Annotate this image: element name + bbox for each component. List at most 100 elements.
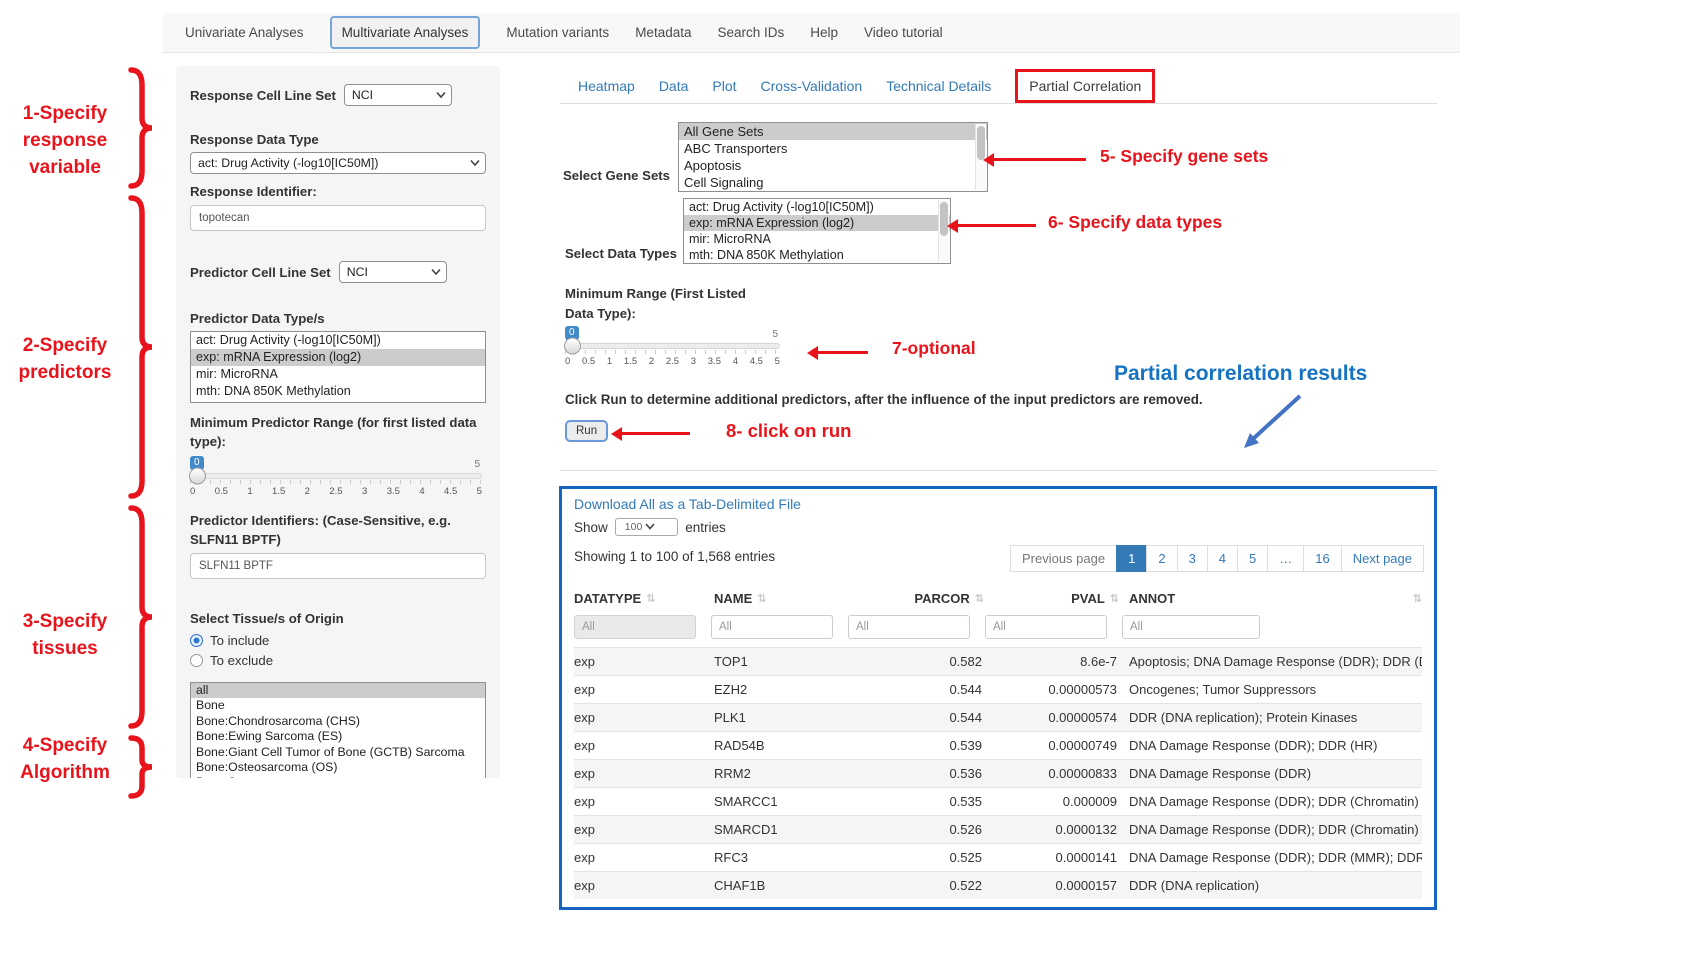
cell-datatype: exp <box>574 878 714 893</box>
listbox-option[interactable]: act: Drug Activity (-log10[IC50M]) <box>191 332 485 349</box>
cell-name: CHAF1B <box>714 878 889 893</box>
filter-input-datatype[interactable] <box>574 615 696 639</box>
sort-icon[interactable]: ⇅ <box>1110 592 1119 605</box>
response-identifier-input[interactable]: topotecan <box>190 205 486 231</box>
previous-page-button[interactable]: Previous page <box>1010 545 1117 572</box>
run-button[interactable]: Run <box>565 420 608 442</box>
table-row[interactable]: exp PLK1 0.544 0.00000574 DDR (DNA repli… <box>574 703 1422 731</box>
column-header-datatype[interactable]: DATATYPE⇅ <box>574 591 714 606</box>
filter-input-annot[interactable] <box>1122 615 1260 639</box>
annotation-arrow-7 <box>818 351 868 354</box>
table-row[interactable]: exp EZH2 0.544 0.00000573 Oncogenes; Tum… <box>574 675 1422 703</box>
tissue-radio[interactable]: To exclude <box>190 653 486 668</box>
result-tab[interactable]: Technical Details <box>886 78 991 94</box>
data-types-listbox[interactable]: act: Drug Activity (-log10[IC50M])exp: m… <box>683 198 951 264</box>
tissue-listbox[interactable]: allBoneBone:Chondrosarcoma (CHS)Bone:Ewi… <box>190 682 486 778</box>
listbox-option[interactable]: Bone:Sarcoma <box>191 775 485 778</box>
listbox-option[interactable]: Bone:Osteosarcoma (OS) <box>191 760 485 775</box>
page-number-button[interactable]: … <box>1267 545 1304 572</box>
nav-item[interactable]: Video tutorial <box>864 25 943 40</box>
annotation-brace-1 <box>124 66 158 190</box>
result-tab[interactable]: Data <box>659 78 689 94</box>
listbox-option[interactable]: mir: MicroRNA <box>684 231 950 247</box>
predictor-identifiers-input[interactable]: SLFN11 BPTF <box>190 553 486 579</box>
cell-pval: 0.0000132 <box>984 822 1119 837</box>
listbox-option[interactable]: Bone:Chondrosarcoma (CHS) <box>191 714 485 729</box>
predictor-data-types-listbox[interactable]: act: Drug Activity (-log10[IC50M])exp: m… <box>190 331 486 403</box>
listbox-option[interactable]: Bone:Ewing Sarcoma (ES) <box>191 729 485 744</box>
listbox-option[interactable]: exp: mRNA Expression (log2) <box>684 215 950 231</box>
listbox-option[interactable]: All Gene Sets <box>679 123 987 140</box>
sort-icon[interactable]: ⇅ <box>1413 592 1422 605</box>
sort-icon[interactable]: ⇅ <box>646 592 655 605</box>
slider-handle[interactable] <box>189 468 206 485</box>
page-number-button[interactable]: 5 <box>1237 545 1268 572</box>
sort-icon[interactable]: ⇅ <box>757 592 766 605</box>
column-header-pval[interactable]: PVAL⇅ <box>984 591 1119 606</box>
table-row[interactable]: exp RRM2 0.536 0.00000833 DNA Damage Res… <box>574 759 1422 787</box>
listbox-option[interactable]: act: Drug Activity (-log10[IC50M]) <box>684 199 950 215</box>
predictor-cell-line-set-select[interactable]: NCI <box>339 261 447 283</box>
cell-parcor: 0.582 <box>889 654 984 669</box>
table-row[interactable]: exp TOP1 0.582 8.6e-7 Apoptosis; DNA Dam… <box>574 647 1422 675</box>
listbox-option[interactable]: mth: DNA 850K Methylation <box>191 383 485 400</box>
cell-parcor: 0.525 <box>889 850 984 865</box>
page-number-button[interactable]: 3 <box>1177 545 1208 572</box>
column-header-annot[interactable]: ANNOT⇅ <box>1119 591 1422 606</box>
filter-input-parcor[interactable] <box>848 615 970 639</box>
table-row[interactable]: exp RFC3 0.525 0.0000141 DNA Damage Resp… <box>574 843 1422 871</box>
page-number-button[interactable]: 1 <box>1116 545 1147 572</box>
listbox-option[interactable]: mth: DNA 850K Methylation <box>684 247 950 263</box>
listbox-option[interactable]: Apoptosis <box>679 157 987 174</box>
cell-name: PLK1 <box>714 710 889 725</box>
next-page-button[interactable]: Next page <box>1341 545 1424 572</box>
download-link[interactable]: Download All as a Tab-Delimited File <box>574 496 801 512</box>
cell-annot: Apoptosis; DNA Damage Response (DDR); DD… <box>1119 654 1422 669</box>
annotation-arrow-5 <box>994 158 1086 161</box>
response-data-type-select[interactable]: act: Drug Activity (-log10[IC50M]) <box>190 152 486 174</box>
nav-item[interactable]: Metadata <box>635 25 691 40</box>
page-number-button[interactable]: 2 <box>1146 545 1177 572</box>
nav-item[interactable]: Univariate Analyses <box>185 25 304 40</box>
sort-icon[interactable]: ⇅ <box>975 592 984 605</box>
gene-sets-listbox[interactable]: All Gene SetsABC TransportersApoptosisCe… <box>678 122 988 192</box>
listbox-option[interactable]: mir: MicroRNA <box>191 366 485 383</box>
result-tab[interactable]: Plot <box>712 78 736 94</box>
response-cell-line-set-select[interactable]: NCI <box>344 84 452 106</box>
tissue-radio[interactable]: To include <box>190 633 486 648</box>
result-tab[interactable]: Heatmap <box>578 78 635 94</box>
slider-track[interactable] <box>565 343 780 349</box>
listbox-option[interactable]: Cell Signaling <box>679 174 987 191</box>
listbox-option[interactable]: Bone:Giant Cell Tumor of Bone (GCTB) Sar… <box>191 745 485 760</box>
table-filter-row <box>574 615 1422 639</box>
table-row[interactable]: exp SMARCC1 0.535 0.000009 DNA Damage Re… <box>574 787 1422 815</box>
column-header-parcor[interactable]: PARCOR⇅ <box>889 591 984 606</box>
pagination: Previous page 12345…16 Next page <box>1011 545 1424 572</box>
listbox-option[interactable]: ABC Transporters <box>679 140 987 157</box>
slider-handle[interactable] <box>564 338 581 355</box>
nav-item[interactable]: Help <box>810 25 838 40</box>
result-tab[interactable]: Cross-Validation <box>761 78 863 94</box>
filter-input-name[interactable] <box>711 615 833 639</box>
slider-track[interactable] <box>190 473 482 479</box>
listbox-option[interactable]: all <box>191 683 485 698</box>
nav-item[interactable]: Search IDs <box>717 25 784 40</box>
table-row[interactable]: exp CHAF1B 0.522 0.0000157 DDR (DNA repl… <box>574 871 1422 899</box>
filter-input-pval[interactable] <box>985 615 1107 639</box>
column-header-name[interactable]: NAME⇅ <box>714 591 889 606</box>
tick-label: 3 <box>691 356 696 367</box>
page-number-button[interactable]: 4 <box>1207 545 1238 572</box>
nav-item[interactable]: Multivariate Analyses <box>330 16 481 49</box>
page-size-select[interactable]: 100 <box>615 518 678 536</box>
listbox-option[interactable]: exp: mRNA Expression (log2) <box>191 349 485 366</box>
table-row[interactable]: exp SMARCD1 0.526 0.0000132 DNA Damage R… <box>574 815 1422 843</box>
cell-pval: 0.0000157 <box>984 878 1119 893</box>
result-tab[interactable]: Partial Correlation <box>1015 69 1155 103</box>
listbox-option[interactable]: Bone <box>191 698 485 713</box>
annotation-step7: 7-optional <box>892 338 976 359</box>
page-number-button[interactable]: 16 <box>1303 545 1341 572</box>
radio-label: To include <box>210 633 269 648</box>
table-row[interactable]: exp RAD54B 0.539 0.00000749 DNA Damage R… <box>574 731 1422 759</box>
result-tabs: Heatmap Data Plot Cross-Validation Technical… <box>578 70 1155 102</box>
nav-item[interactable]: Mutation variants <box>506 25 609 40</box>
